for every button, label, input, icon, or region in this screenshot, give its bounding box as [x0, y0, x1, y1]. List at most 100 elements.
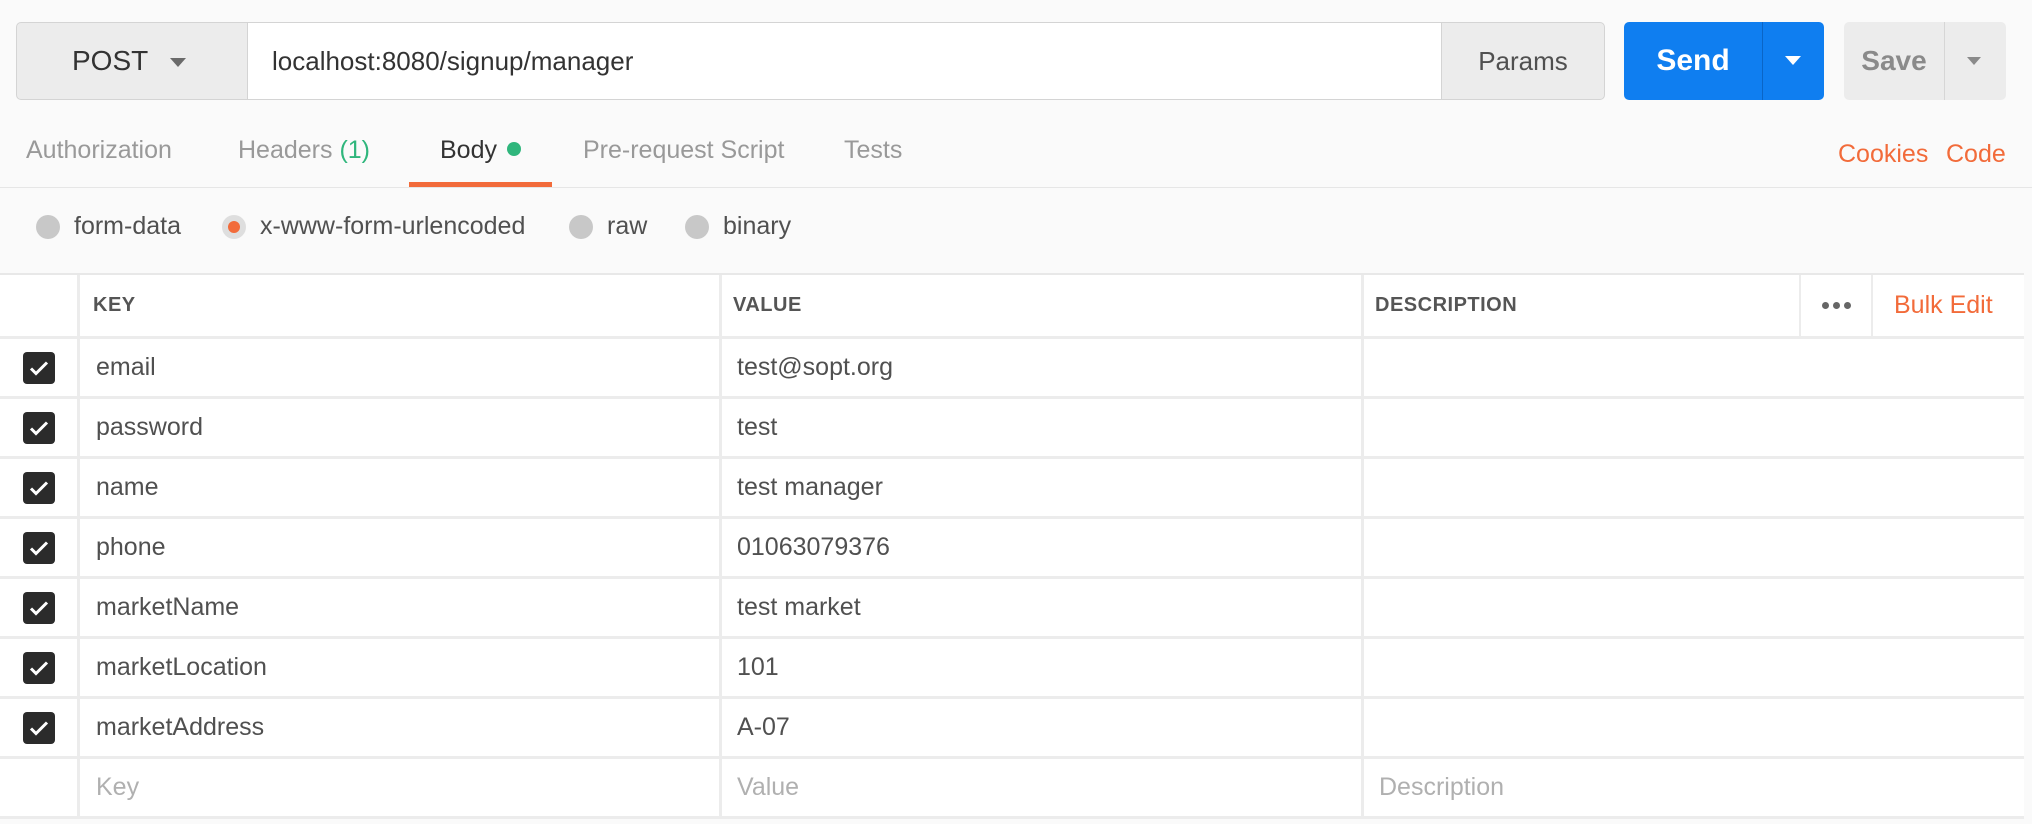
- send-label: Send: [1656, 44, 1730, 77]
- description-cell[interactable]: [1364, 699, 2024, 756]
- table-header: KEY VALUE DESCRIPTION Bulk Edit: [0, 275, 2024, 339]
- radio-binary[interactable]: binary: [685, 212, 791, 241]
- active-tab-indicator: [409, 182, 552, 187]
- value-cell[interactable]: 101: [722, 639, 1364, 696]
- radio-circle-icon: [36, 214, 60, 239]
- send-options-button[interactable]: [1763, 22, 1824, 100]
- params-table: KEY VALUE DESCRIPTION Bulk Edit email te…: [0, 273, 2024, 819]
- save-button-group: Save: [1844, 22, 2006, 100]
- key-cell[interactable]: email: [80, 339, 722, 396]
- description-cell[interactable]: [1364, 519, 2024, 576]
- request-tabs: Authorization Headers (1) Body Pre-reque…: [0, 126, 2032, 188]
- more-options-icon[interactable]: [1799, 275, 1873, 336]
- checkbox-checked-icon[interactable]: [22, 531, 55, 564]
- checkbox-checked-icon[interactable]: [22, 591, 55, 624]
- table-row: marketLocation 101: [0, 639, 2024, 699]
- description-cell[interactable]: [1364, 639, 2024, 696]
- headers-count-badge: (1): [339, 136, 371, 164]
- key-cell[interactable]: marketName: [80, 579, 722, 636]
- value-cell[interactable]: test@sopt.org: [722, 339, 1364, 396]
- new-description-input[interactable]: Description: [1364, 759, 2024, 816]
- save-options-button[interactable]: [1945, 22, 2006, 100]
- chevron-down-icon: [1967, 57, 1981, 65]
- checkbox-checked-icon[interactable]: [22, 471, 55, 504]
- tab-label: Body: [440, 136, 497, 164]
- new-entry-row: Key Value Description: [0, 759, 2024, 819]
- tab-label: Tests: [844, 136, 903, 164]
- send-button[interactable]: Send: [1624, 22, 1762, 100]
- row-checkbox-cell: [0, 399, 80, 456]
- tab-label: Authorization: [26, 136, 172, 164]
- table-row: name test manager: [0, 459, 2024, 519]
- params-button[interactable]: Params: [1441, 22, 1605, 100]
- bulk-edit-link[interactable]: Bulk Edit: [1894, 275, 1993, 336]
- table-row: email test@sopt.org: [0, 339, 2024, 399]
- tab-tests[interactable]: Tests: [844, 136, 902, 165]
- key-cell[interactable]: phone: [80, 519, 722, 576]
- checkbox-checked-icon[interactable]: [22, 411, 55, 444]
- row-checkbox-cell: [0, 699, 80, 756]
- method-dropdown[interactable]: POST: [16, 22, 248, 100]
- value-cell[interactable]: A-07: [722, 699, 1364, 756]
- new-value-input[interactable]: Value: [722, 759, 1364, 816]
- tab-label: Pre-request Script: [583, 136, 785, 164]
- value-cell[interactable]: 01063079376: [722, 519, 1364, 576]
- row-checkbox-cell: [0, 759, 80, 816]
- request-bar: POST localhost:8080/signup/manager Param…: [16, 22, 1606, 100]
- url-text: localhost:8080/signup/manager: [272, 45, 634, 76]
- value-cell[interactable]: test manager: [722, 459, 1364, 516]
- radio-circle-icon: [569, 214, 593, 239]
- save-label: Save: [1861, 45, 1927, 76]
- chevron-down-icon: [1785, 56, 1801, 65]
- body-active-dot-icon: [506, 142, 521, 156]
- radio-raw[interactable]: raw: [569, 212, 647, 241]
- checkbox-checked-icon[interactable]: [22, 711, 55, 744]
- send-button-group: Send: [1624, 22, 1824, 100]
- checkbox-checked-icon[interactable]: [22, 651, 55, 684]
- value-cell[interactable]: test: [722, 399, 1364, 456]
- table-row: marketName test market: [0, 579, 2024, 639]
- row-checkbox-cell: [0, 639, 80, 696]
- tab-label: Headers: [238, 136, 333, 164]
- description-cell[interactable]: [1364, 339, 2024, 396]
- code-link[interactable]: Code: [1946, 140, 2006, 169]
- table-row: password test: [0, 399, 2024, 459]
- header-value: VALUE: [722, 275, 1364, 336]
- row-checkbox-cell: [0, 579, 80, 636]
- cookies-link[interactable]: Cookies: [1838, 140, 1928, 169]
- key-cell[interactable]: marketAddress: [80, 699, 722, 756]
- key-cell[interactable]: name: [80, 459, 722, 516]
- header-key: KEY: [80, 275, 722, 336]
- checkbox-checked-icon[interactable]: [22, 351, 55, 384]
- tab-authorization[interactable]: Authorization: [26, 136, 172, 165]
- description-cell[interactable]: [1364, 579, 2024, 636]
- tab-headers[interactable]: Headers (1): [238, 136, 370, 165]
- table-row: marketAddress A-07: [0, 699, 2024, 759]
- new-key-input[interactable]: Key: [80, 759, 722, 816]
- row-checkbox-cell: [0, 459, 80, 516]
- radio-form-data[interactable]: form-data: [36, 212, 181, 241]
- url-input[interactable]: localhost:8080/signup/manager: [248, 22, 1457, 100]
- description-cell[interactable]: [1364, 399, 2024, 456]
- table-row: phone 01063079376: [0, 519, 2024, 579]
- tab-body[interactable]: Body: [440, 136, 521, 165]
- value-cell[interactable]: test market: [722, 579, 1364, 636]
- radio-label: binary: [723, 212, 792, 240]
- radio-x-www-form-urlencoded[interactable]: x-www-form-urlencoded: [222, 212, 525, 241]
- row-checkbox-cell: [0, 339, 80, 396]
- body-type-selector: form-data x-www-form-urlencoded raw bina…: [0, 200, 2032, 254]
- params-label: Params: [1478, 45, 1568, 76]
- radio-circle-icon: [685, 214, 709, 239]
- radio-label: raw: [607, 212, 648, 240]
- tab-prerequest-script[interactable]: Pre-request Script: [583, 136, 784, 165]
- row-checkbox-cell: [0, 519, 80, 576]
- save-button[interactable]: Save: [1844, 22, 1944, 100]
- key-cell[interactable]: marketLocation: [80, 639, 722, 696]
- radio-selected-icon: [222, 214, 246, 239]
- header-checkbox-cell: [0, 275, 80, 336]
- method-label: POST: [72, 45, 149, 76]
- radio-label: form-data: [74, 212, 181, 240]
- description-cell[interactable]: [1364, 459, 2024, 516]
- key-cell[interactable]: password: [80, 399, 722, 456]
- radio-label: x-www-form-urlencoded: [260, 212, 526, 240]
